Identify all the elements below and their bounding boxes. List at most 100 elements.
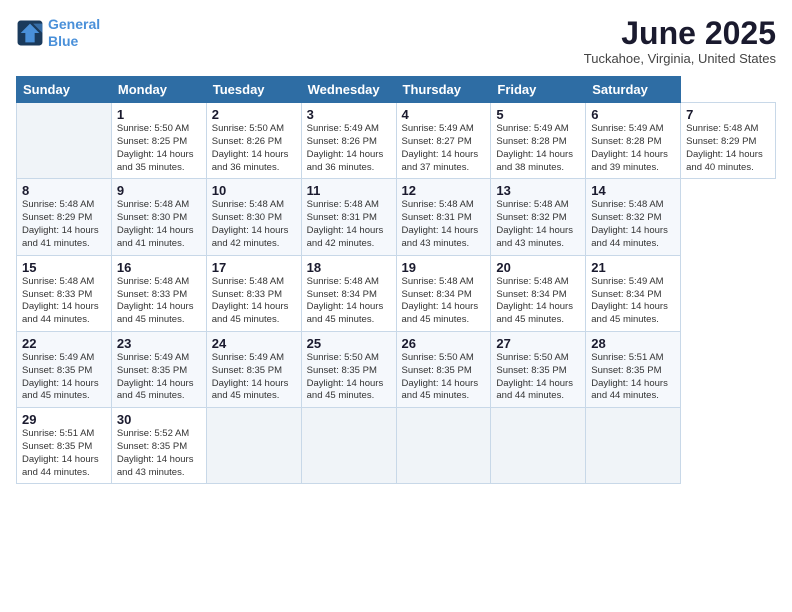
day-info: Sunrise: 5:48 AMSunset: 8:33 PMDaylight:… [212,276,296,327]
day-info: Sunrise: 5:51 AMSunset: 8:35 PMDaylight:… [22,428,106,479]
calendar-cell: 20Sunrise: 5:48 AMSunset: 8:34 PMDayligh… [491,255,586,331]
day-info: Sunrise: 5:48 AMSunset: 8:34 PMDaylight:… [307,276,391,327]
calendar-cell: 26Sunrise: 5:50 AMSunset: 8:35 PMDayligh… [396,331,491,407]
calendar-cell: 21Sunrise: 5:49 AMSunset: 8:34 PMDayligh… [586,255,681,331]
day-number: 9 [117,183,201,198]
day-info: Sunrise: 5:49 AMSunset: 8:28 PMDaylight:… [591,123,675,174]
day-number: 29 [22,412,106,427]
day-info: Sunrise: 5:48 AMSunset: 8:29 PMDaylight:… [686,123,770,174]
day-number: 13 [496,183,580,198]
day-info: Sunrise: 5:48 AMSunset: 8:31 PMDaylight:… [402,199,486,250]
day-number: 19 [402,260,486,275]
calendar-cell: 6Sunrise: 5:49 AMSunset: 8:28 PMDaylight… [586,103,681,179]
day-number: 20 [496,260,580,275]
day-info: Sunrise: 5:48 AMSunset: 8:32 PMDaylight:… [591,199,675,250]
calendar-cell: 19Sunrise: 5:48 AMSunset: 8:34 PMDayligh… [396,255,491,331]
calendar-cell: 5Sunrise: 5:49 AMSunset: 8:28 PMDaylight… [491,103,586,179]
day-number: 6 [591,107,675,122]
logo-text: General Blue [48,16,100,50]
day-number: 23 [117,336,201,351]
col-header-thursday: Thursday [396,77,491,103]
calendar-cell: 17Sunrise: 5:48 AMSunset: 8:33 PMDayligh… [206,255,301,331]
calendar-cell [586,408,681,484]
col-header-sunday: Sunday [17,77,112,103]
logo: General Blue [16,16,100,50]
calendar-cell [17,103,112,179]
day-number: 10 [212,183,296,198]
day-info: Sunrise: 5:48 AMSunset: 8:29 PMDaylight:… [22,199,106,250]
day-number: 22 [22,336,106,351]
day-number: 28 [591,336,675,351]
day-number: 1 [117,107,201,122]
day-number: 8 [22,183,106,198]
calendar-cell: 29Sunrise: 5:51 AMSunset: 8:35 PMDayligh… [17,408,112,484]
calendar-cell: 8Sunrise: 5:48 AMSunset: 8:29 PMDaylight… [17,179,112,255]
calendar-cell: 12Sunrise: 5:48 AMSunset: 8:31 PMDayligh… [396,179,491,255]
day-number: 2 [212,107,296,122]
calendar-cell: 4Sunrise: 5:49 AMSunset: 8:27 PMDaylight… [396,103,491,179]
calendar-cell: 3Sunrise: 5:49 AMSunset: 8:26 PMDaylight… [301,103,396,179]
day-info: Sunrise: 5:48 AMSunset: 8:33 PMDaylight:… [22,276,106,327]
calendar-cell: 11Sunrise: 5:48 AMSunset: 8:31 PMDayligh… [301,179,396,255]
calendar-table: SundayMondayTuesdayWednesdayThursdayFrid… [16,76,776,484]
day-info: Sunrise: 5:49 AMSunset: 8:35 PMDaylight:… [22,352,106,403]
day-info: Sunrise: 5:50 AMSunset: 8:35 PMDaylight:… [402,352,486,403]
calendar-cell: 1Sunrise: 5:50 AMSunset: 8:25 PMDaylight… [111,103,206,179]
day-info: Sunrise: 5:49 AMSunset: 8:27 PMDaylight:… [402,123,486,174]
calendar-cell: 18Sunrise: 5:48 AMSunset: 8:34 PMDayligh… [301,255,396,331]
day-info: Sunrise: 5:48 AMSunset: 8:33 PMDaylight:… [117,276,201,327]
calendar-cell: 2Sunrise: 5:50 AMSunset: 8:26 PMDaylight… [206,103,301,179]
day-number: 26 [402,336,486,351]
calendar-cell [206,408,301,484]
calendar-cell: 10Sunrise: 5:48 AMSunset: 8:30 PMDayligh… [206,179,301,255]
calendar-cell: 30Sunrise: 5:52 AMSunset: 8:35 PMDayligh… [111,408,206,484]
calendar-cell: 14Sunrise: 5:48 AMSunset: 8:32 PMDayligh… [586,179,681,255]
day-info: Sunrise: 5:49 AMSunset: 8:35 PMDaylight:… [212,352,296,403]
day-info: Sunrise: 5:48 AMSunset: 8:34 PMDaylight:… [402,276,486,327]
header: General Blue June 2025 Tuckahoe, Virgini… [16,16,776,66]
day-number: 17 [212,260,296,275]
calendar-cell: 27Sunrise: 5:50 AMSunset: 8:35 PMDayligh… [491,331,586,407]
day-number: 15 [22,260,106,275]
calendar-cell: 22Sunrise: 5:49 AMSunset: 8:35 PMDayligh… [17,331,112,407]
day-number: 7 [686,107,770,122]
day-info: Sunrise: 5:49 AMSunset: 8:26 PMDaylight:… [307,123,391,174]
day-info: Sunrise: 5:48 AMSunset: 8:34 PMDaylight:… [496,276,580,327]
subtitle: Tuckahoe, Virginia, United States [584,51,776,66]
day-info: Sunrise: 5:48 AMSunset: 8:30 PMDaylight:… [212,199,296,250]
day-number: 24 [212,336,296,351]
day-number: 5 [496,107,580,122]
day-info: Sunrise: 5:52 AMSunset: 8:35 PMDaylight:… [117,428,201,479]
calendar-cell [301,408,396,484]
day-number: 14 [591,183,675,198]
page: General Blue June 2025 Tuckahoe, Virgini… [0,0,792,612]
day-info: Sunrise: 5:49 AMSunset: 8:28 PMDaylight:… [496,123,580,174]
day-number: 4 [402,107,486,122]
day-info: Sunrise: 5:48 AMSunset: 8:31 PMDaylight:… [307,199,391,250]
logo-icon [16,19,44,47]
calendar-cell: 25Sunrise: 5:50 AMSunset: 8:35 PMDayligh… [301,331,396,407]
calendar-cell: 15Sunrise: 5:48 AMSunset: 8:33 PMDayligh… [17,255,112,331]
title-block: June 2025 Tuckahoe, Virginia, United Sta… [584,16,776,66]
calendar-cell: 23Sunrise: 5:49 AMSunset: 8:35 PMDayligh… [111,331,206,407]
day-number: 25 [307,336,391,351]
day-number: 18 [307,260,391,275]
calendar-cell: 9Sunrise: 5:48 AMSunset: 8:30 PMDaylight… [111,179,206,255]
col-header-saturday: Saturday [586,77,681,103]
day-info: Sunrise: 5:49 AMSunset: 8:34 PMDaylight:… [591,276,675,327]
day-number: 11 [307,183,391,198]
day-number: 21 [591,260,675,275]
calendar-cell: 7Sunrise: 5:48 AMSunset: 8:29 PMDaylight… [681,103,776,179]
day-info: Sunrise: 5:50 AMSunset: 8:25 PMDaylight:… [117,123,201,174]
col-header-wednesday: Wednesday [301,77,396,103]
col-header-friday: Friday [491,77,586,103]
day-info: Sunrise: 5:50 AMSunset: 8:26 PMDaylight:… [212,123,296,174]
calendar-cell [491,408,586,484]
day-number: 27 [496,336,580,351]
day-info: Sunrise: 5:50 AMSunset: 8:35 PMDaylight:… [496,352,580,403]
day-number: 16 [117,260,201,275]
calendar-cell: 24Sunrise: 5:49 AMSunset: 8:35 PMDayligh… [206,331,301,407]
day-number: 3 [307,107,391,122]
day-number: 12 [402,183,486,198]
day-number: 30 [117,412,201,427]
